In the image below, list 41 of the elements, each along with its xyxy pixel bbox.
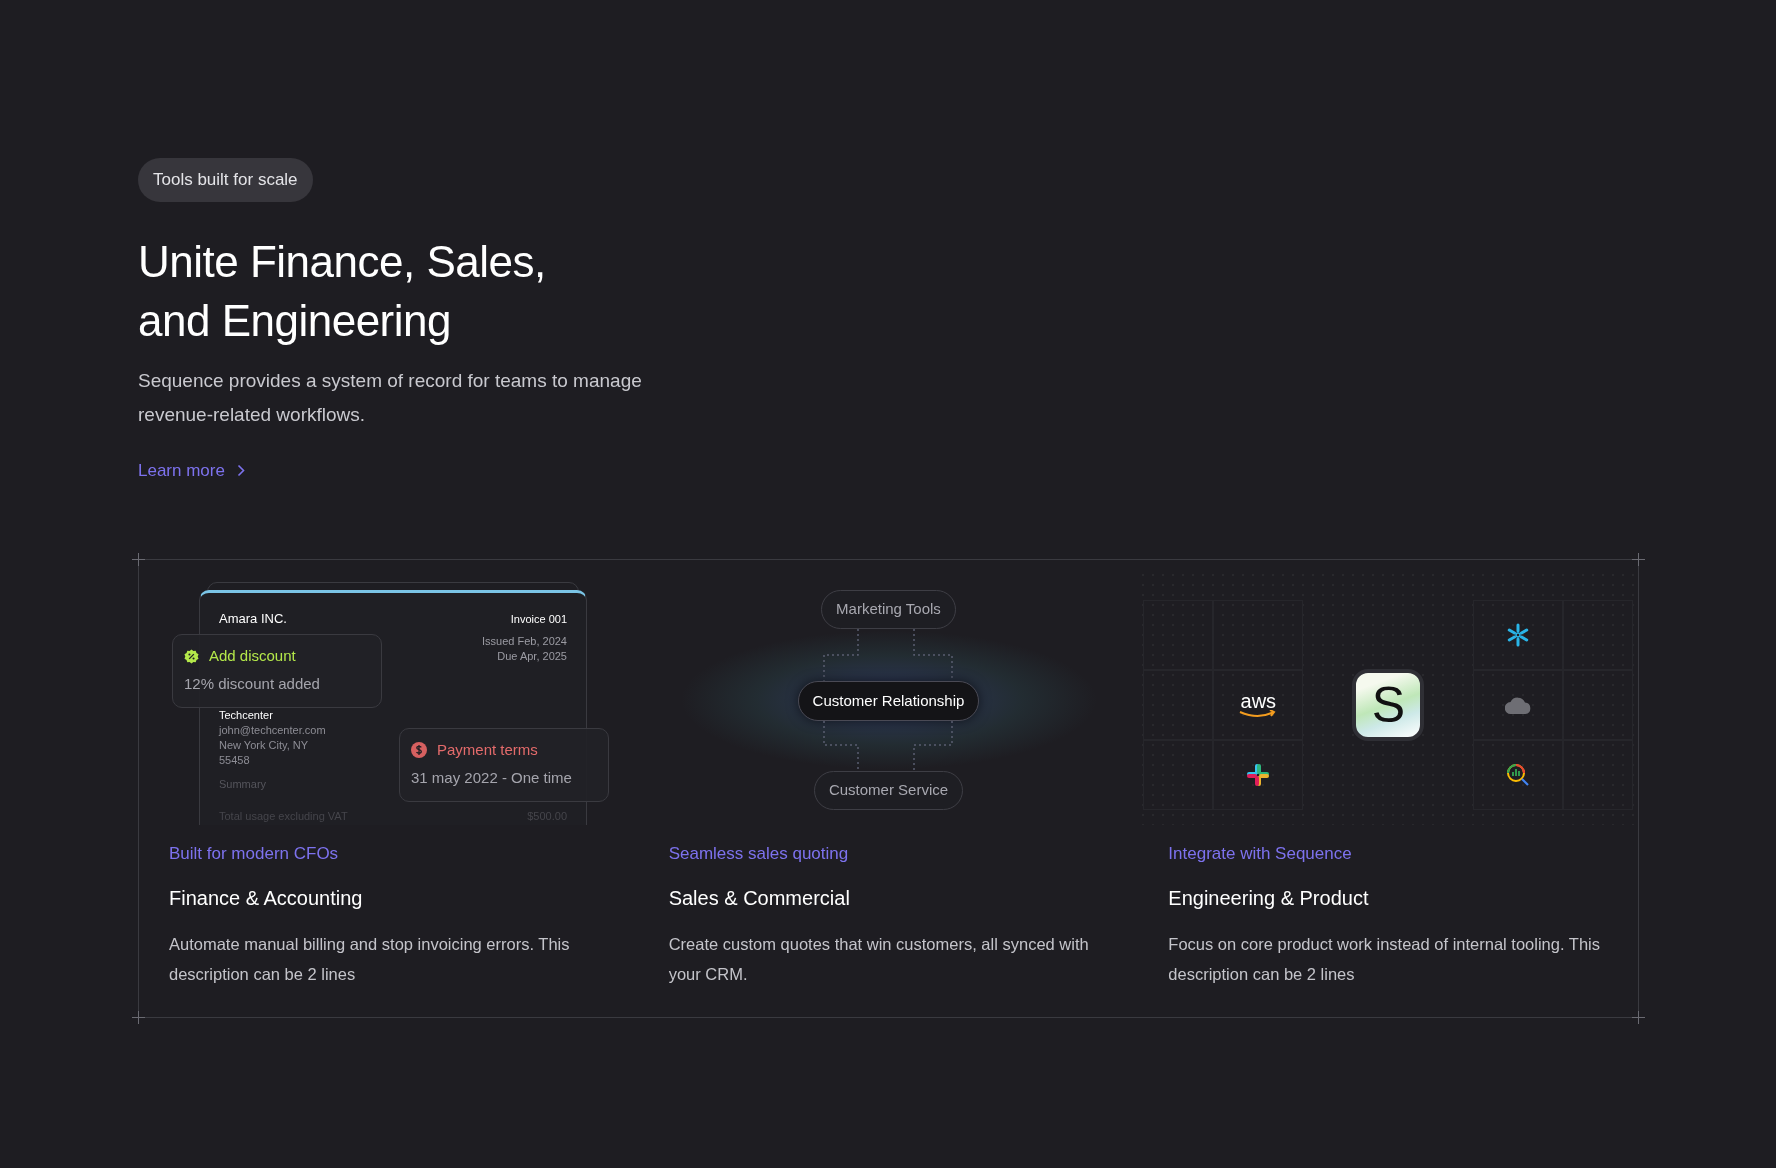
card-description: Focus on core product work instead of internal tooling. This description can be 2 lines xyxy=(1168,933,1601,985)
popup-detail: 12% discount added xyxy=(184,673,321,694)
popup-title: Payment terms xyxy=(437,740,538,760)
analytics-search-icon xyxy=(1506,763,1531,787)
company-name: Amara INC. xyxy=(219,611,287,627)
app-logo: S xyxy=(1352,669,1425,741)
card-title: Engineering & Product xyxy=(1168,885,1370,911)
corner-mark xyxy=(132,1010,145,1024)
discount-icon xyxy=(184,648,199,664)
customer-detail: New York City, NY xyxy=(219,737,309,753)
card-description: Automate manual billing and stop invoicing errors. This description can be 2 lines xyxy=(169,933,571,985)
customer-name: Techcenter xyxy=(219,707,274,723)
cloud-icon xyxy=(1505,696,1532,714)
popup-title: Add discount xyxy=(209,646,296,666)
aws-text: aws xyxy=(1240,692,1277,710)
card-title: Sales & Commercial xyxy=(668,885,851,911)
invoice-number: Invoice 001 xyxy=(510,612,567,627)
corner-mark xyxy=(1632,553,1645,566)
card-subtitle: Built for modern CFOs xyxy=(169,843,340,865)
customer-detail: john@techcenter.com xyxy=(219,722,326,738)
corner-mark xyxy=(132,553,145,566)
snowflake-icon xyxy=(1506,623,1531,647)
customer-detail: 55458 xyxy=(219,752,250,768)
popup-detail: 31 may 2022 - One time xyxy=(411,767,573,788)
node-pill: Customer Service xyxy=(813,771,964,810)
slack-icon xyxy=(1247,764,1270,786)
card-subtitle: Seamless sales quoting xyxy=(668,843,850,865)
card-title: Finance & Accounting xyxy=(169,885,364,911)
dollar-icon xyxy=(411,742,427,759)
node-pill: Customer Relationship xyxy=(797,680,980,721)
node-pill: Marketing Tools xyxy=(821,590,956,629)
chevron-right-icon xyxy=(236,463,245,477)
section-badge: Tools built for scale xyxy=(138,158,313,202)
section-heading: Unite Finance, Sales, and Engineering xyxy=(138,235,547,347)
card-description: Create custom quotes that win customers, all synced with your CRM. xyxy=(668,933,1090,985)
card-subtitle: Integrate with Sequence xyxy=(1168,843,1353,865)
section-description: Sequence provides a system of record for teams to manage revenue-related workflows. xyxy=(138,368,643,427)
learn-more-link[interactable]: Learn more xyxy=(138,457,245,483)
issued-date: Issued Feb, 2024 xyxy=(482,633,567,649)
due-date: Due Apr, 2025 xyxy=(497,648,567,664)
corner-mark xyxy=(1632,1010,1645,1024)
